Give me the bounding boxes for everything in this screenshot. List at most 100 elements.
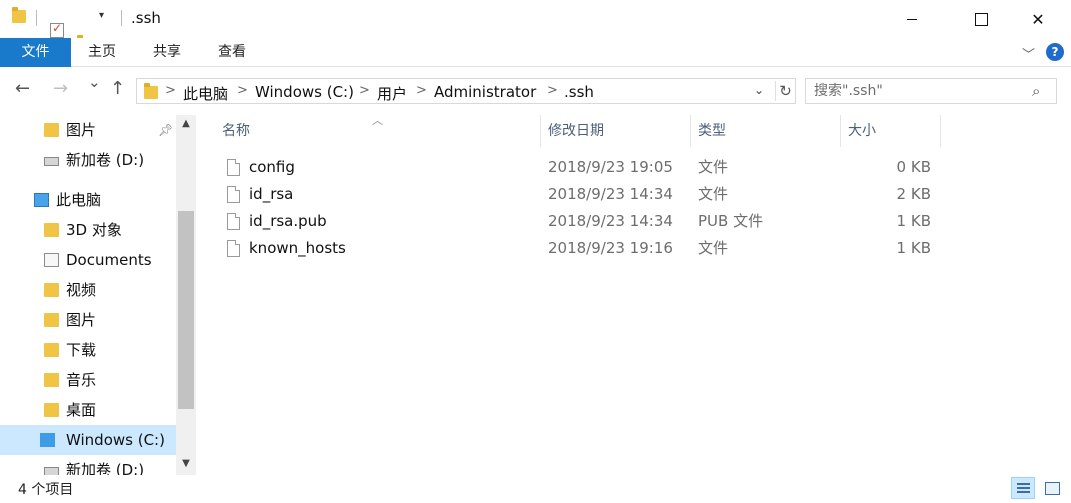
sidebar-item-videos[interactable]: 视频 bbox=[0, 275, 176, 305]
title-divider bbox=[121, 10, 122, 26]
file-icon bbox=[227, 213, 240, 230]
tab-home[interactable]: 主页 bbox=[71, 38, 133, 67]
breadcrumb-separator[interactable]: > bbox=[547, 83, 558, 98]
sidebar-item-3d-objects[interactable]: 3D 对象 bbox=[0, 215, 176, 245]
table-row[interactable]: known_hosts 2018/9/23 19:16 文件 1 KB bbox=[222, 235, 942, 262]
column-divider[interactable] bbox=[840, 115, 841, 147]
sidebar-item-music[interactable]: 音乐 bbox=[0, 365, 176, 395]
column-header-name[interactable]: 名称 bbox=[222, 115, 540, 147]
desktop-folder-icon bbox=[44, 403, 59, 417]
toolbar-divider bbox=[36, 10, 37, 26]
refresh-button[interactable]: ↻ bbox=[775, 81, 795, 101]
sidebar-item-windows-c[interactable]: Windows (C:) bbox=[0, 425, 176, 455]
drive-icon bbox=[44, 467, 59, 475]
chevron-down-icon[interactable]: ﹀ bbox=[1022, 44, 1035, 63]
sidebar-item-label: 3D 对象 bbox=[66, 221, 122, 239]
address-bar[interactable]: > 此电脑 > Windows (C:) > 用户 > Administrato… bbox=[136, 78, 796, 104]
computer-icon bbox=[34, 193, 49, 207]
forward-button[interactable]: → bbox=[53, 78, 68, 99]
file-name: config bbox=[249, 158, 295, 176]
sidebar-item-pictures-pinned[interactable]: 图片 📌︎ bbox=[0, 115, 176, 145]
item-count: 4 个项目 bbox=[18, 482, 74, 498]
file-icon bbox=[227, 240, 240, 257]
file-icon bbox=[227, 186, 240, 203]
column-divider[interactable] bbox=[940, 115, 941, 147]
column-header-type[interactable]: 类型 bbox=[698, 115, 840, 147]
table-row[interactable]: config 2018/9/23 19:05 文件 0 KB bbox=[222, 154, 942, 181]
sidebar-item-label: Documents bbox=[66, 251, 152, 269]
tab-file[interactable]: 文件 bbox=[0, 38, 71, 67]
sidebar-item-desktop[interactable]: 桌面 bbox=[0, 395, 176, 425]
sidebar-item-this-pc[interactable]: 此电脑 bbox=[0, 185, 176, 215]
ribbon-tabs: 文件 主页 共享 查看 ﹀ bbox=[0, 38, 1071, 67]
column-divider[interactable] bbox=[540, 115, 541, 147]
back-button[interactable]: ← bbox=[15, 78, 30, 99]
scroll-up-button[interactable]: ▲ bbox=[176, 115, 196, 133]
breadcrumb-windows-c[interactable]: Windows (C:) bbox=[255, 83, 354, 101]
music-folder-icon bbox=[44, 373, 59, 387]
breadcrumb-separator[interactable]: > bbox=[416, 83, 427, 98]
sidebar-item-pictures[interactable]: 图片 bbox=[0, 305, 176, 335]
window-title: .ssh bbox=[131, 9, 161, 27]
sidebar-item-label: 此电脑 bbox=[56, 191, 102, 209]
folder-icon bbox=[12, 7, 26, 23]
sidebar-item-label: 新加卷 (D:) bbox=[66, 151, 145, 169]
breadcrumb-users[interactable]: 用户 bbox=[377, 83, 407, 104]
breadcrumb-ssh[interactable]: .ssh bbox=[564, 83, 594, 101]
file-icon bbox=[227, 159, 240, 176]
scroll-thumb[interactable] bbox=[178, 211, 194, 409]
breadcrumb-separator[interactable]: > bbox=[359, 83, 370, 98]
sidebar-item-new-volume-d-2[interactable]: 新加卷 (D:) bbox=[0, 455, 176, 475]
sidebar-item-downloads[interactable]: 下载 bbox=[0, 335, 176, 365]
table-row[interactable]: id_rsa 2018/9/23 14:34 文件 2 KB bbox=[222, 181, 942, 208]
file-type: 文件 bbox=[698, 158, 729, 176]
file-modified: 2018/9/23 19:05 bbox=[548, 158, 673, 176]
sidebar-scrollbar[interactable]: ▲ ▼ bbox=[176, 115, 196, 475]
file-list: ︿ 名称 修改日期 类型 大小 config 2018/9/23 19:05 文… bbox=[196, 114, 1071, 475]
large-icons-view-button[interactable] bbox=[1040, 477, 1064, 499]
sidebar-item-new-volume-d[interactable]: 新加卷 (D:) bbox=[0, 145, 176, 175]
tab-view[interactable]: 查看 bbox=[201, 38, 263, 67]
pictures-folder-icon bbox=[44, 313, 59, 327]
download-folder-icon bbox=[44, 343, 59, 357]
file-size: 0 KB bbox=[896, 158, 931, 176]
sidebar-item-label: 图片 bbox=[66, 311, 97, 329]
search-icon[interactable]: ⌕ bbox=[1032, 82, 1040, 100]
help-icon[interactable]: ? bbox=[1046, 43, 1064, 61]
maximize-button[interactable] bbox=[958, 0, 1004, 38]
recent-locations-button[interactable]: ⌄ bbox=[88, 73, 101, 91]
properties-icon[interactable] bbox=[50, 21, 64, 38]
details-view-button[interactable] bbox=[1011, 477, 1035, 499]
details-view-icon bbox=[1017, 483, 1030, 494]
folder-icon bbox=[144, 83, 158, 99]
file-modified: 2018/9/23 14:34 bbox=[548, 185, 673, 203]
file-name: id_rsa.pub bbox=[249, 212, 327, 230]
sidebar-item-documents[interactable]: Documents bbox=[0, 245, 176, 275]
search-input[interactable] bbox=[814, 82, 1024, 100]
column-divider[interactable] bbox=[690, 115, 691, 147]
sidebar-item-label: 下载 bbox=[66, 341, 97, 359]
column-header-modified[interactable]: 修改日期 bbox=[548, 115, 690, 147]
table-row[interactable]: id_rsa.pub 2018/9/23 14:34 PUB 文件 1 KB bbox=[222, 208, 942, 235]
windows-drive-icon bbox=[40, 433, 55, 447]
tab-share[interactable]: 共享 bbox=[136, 38, 198, 67]
close-button[interactable]: ✕ bbox=[1015, 0, 1061, 38]
breadcrumb-administrator[interactable]: Administrator bbox=[434, 83, 536, 101]
address-dropdown-button[interactable]: ⌄ bbox=[754, 83, 764, 97]
scroll-down-button[interactable]: ▼ bbox=[176, 455, 196, 473]
breadcrumb-separator[interactable]: > bbox=[237, 83, 248, 98]
sidebar-item-label: 桌面 bbox=[66, 401, 97, 419]
search-box[interactable]: ⌕ bbox=[805, 78, 1057, 104]
file-type: 文件 bbox=[698, 239, 729, 257]
pin-icon[interactable]: 📌︎ bbox=[158, 115, 173, 145]
file-type: PUB 文件 bbox=[698, 212, 764, 230]
breadcrumb-this-pc[interactable]: 此电脑 bbox=[183, 83, 228, 104]
video-folder-icon bbox=[44, 283, 59, 297]
quick-access-dropdown[interactable]: ▾ bbox=[99, 10, 104, 21]
up-button[interactable]: ↑ bbox=[110, 78, 125, 99]
minimize-button[interactable] bbox=[889, 0, 935, 38]
3d-objects-folder-icon bbox=[44, 223, 59, 237]
column-header-size[interactable]: 大小 bbox=[848, 115, 938, 147]
breadcrumb-separator[interactable]: > bbox=[165, 83, 176, 98]
file-modified: 2018/9/23 14:34 bbox=[548, 212, 673, 230]
